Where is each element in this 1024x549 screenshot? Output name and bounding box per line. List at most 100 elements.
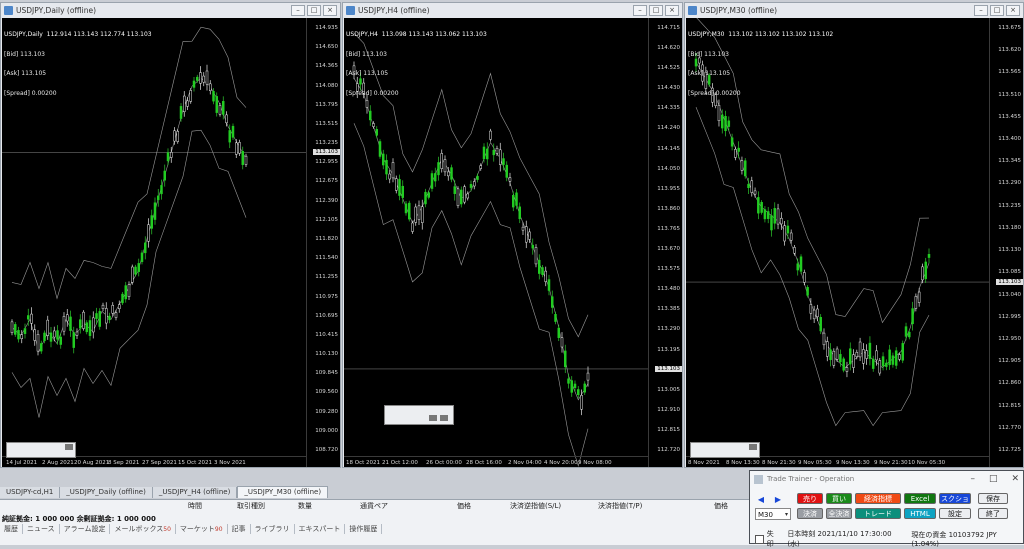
- price-chart[interactable]: USDJPY,M30 113.102 113.102 113.102 113.1…: [686, 18, 1023, 467]
- candle-body: [447, 171, 450, 177]
- current-price-marker: 113.103: [655, 365, 682, 372]
- price-tick: 112.910: [657, 406, 680, 413]
- candle-body: [372, 123, 375, 127]
- column-header[interactable]: 価格: [714, 501, 728, 511]
- column-header[interactable]: 通貨ペア: [360, 501, 388, 511]
- candle-body: [554, 314, 557, 322]
- terminal-tab[interactable]: 履歴: [0, 524, 23, 534]
- mini-panel-button[interactable]: [440, 415, 448, 421]
- terminal-tab[interactable]: アラーム設定: [60, 524, 111, 534]
- mini-panel-button[interactable]: [429, 415, 437, 421]
- candle-body: [551, 296, 554, 308]
- candle-body: [430, 173, 434, 189]
- close-button[interactable]: ×: [1006, 5, 1020, 16]
- mini-panel-button[interactable]: [65, 444, 73, 450]
- chart-tab[interactable]: _USDJPY_H4 (offline): [152, 487, 238, 498]
- window-titlebar[interactable]: USDJPY,M30 (offline) – □ ×: [685, 3, 1023, 17]
- candle-body: [244, 155, 248, 165]
- chart-tab[interactable]: USDJPY-cd,H1: [0, 487, 61, 498]
- terminal-tab[interactable]: 操作履歴: [345, 524, 383, 534]
- close-icon[interactable]: ✕: [1011, 474, 1019, 484]
- timeframe-select[interactable]: M30 ▾: [755, 508, 791, 520]
- save-button[interactable]: 保存: [978, 493, 1008, 504]
- sell-button[interactable]: 売り: [797, 493, 823, 504]
- terminal-tab[interactable]: メールボックス50: [110, 524, 176, 534]
- candle-body: [222, 101, 225, 115]
- candle-body: [186, 100, 189, 107]
- candle-body: [176, 131, 179, 142]
- chart-info: USDJPY,Daily 112.914 113.143 112.774 113…: [4, 19, 152, 110]
- candle-body: [564, 350, 567, 368]
- maximize-button[interactable]: □: [990, 5, 1004, 16]
- candle-body: [382, 153, 385, 166]
- trade-trainer-window[interactable]: Trade Trainer - Operation – □ ✕ ◀ ▶ 売り 買…: [749, 470, 1024, 548]
- price-tick: 113.290: [657, 326, 680, 333]
- maximize-button[interactable]: □: [649, 5, 663, 16]
- candle-body: [121, 293, 124, 304]
- candle-body: [734, 149, 737, 158]
- candle-body: [835, 348, 839, 360]
- candle-body: [375, 129, 378, 136]
- chart-tab-active[interactable]: _USDJPY_M30 (offline): [237, 486, 329, 498]
- column-header[interactable]: 価格: [457, 501, 471, 511]
- maximize-button[interactable]: □: [307, 5, 321, 16]
- arrow-checkbox[interactable]: [755, 534, 764, 544]
- window-titlebar[interactable]: USDJPY,H4 (offline) – □ ×: [343, 3, 682, 17]
- candle-body: [98, 311, 101, 327]
- candle-body: [921, 266, 924, 281]
- column-header[interactable]: 数量: [298, 501, 312, 511]
- indicators-button[interactable]: 経済指標: [855, 493, 901, 504]
- trade-button[interactable]: トレード: [855, 508, 901, 519]
- trade-trainer-titlebar[interactable]: Trade Trainer - Operation – □ ✕: [750, 471, 1023, 487]
- terminal-tab[interactable]: マーケット90: [176, 524, 228, 534]
- chart-window-h4[interactable]: USDJPY,H4 (offline) – □ × USDJPY,H4 113.…: [342, 2, 683, 468]
- settings-button[interactable]: 設定: [939, 508, 971, 519]
- minimize-button[interactable]: –: [291, 5, 305, 16]
- close-button[interactable]: ×: [665, 5, 679, 16]
- price-tick: 114.430: [657, 85, 680, 92]
- terminal-tab[interactable]: 記事: [228, 524, 251, 534]
- exit-button[interactable]: 終了: [978, 508, 1008, 519]
- next-arrow-icon[interactable]: ▶: [771, 494, 785, 505]
- minimize-button[interactable]: –: [974, 5, 988, 16]
- column-header[interactable]: 決済逆指値(S/L): [510, 501, 561, 511]
- price-chart[interactable]: USDJPY,H4 113.098 113.143 113.062 113.10…: [344, 18, 682, 467]
- price-tick: 110.695: [315, 312, 338, 319]
- candle-body: [534, 247, 538, 265]
- maximize-icon[interactable]: □: [989, 474, 998, 484]
- buy-button[interactable]: 買い: [826, 493, 852, 504]
- chart-window-m30[interactable]: USDJPY,M30 (offline) – □ × USDJPY,M30 11…: [684, 2, 1024, 468]
- minimize-icon[interactable]: –: [970, 474, 975, 484]
- candle-body: [456, 188, 460, 206]
- chart-tab[interactable]: _USDJPY_Daily (offline): [60, 487, 153, 498]
- chart-spread: [Spread] 0.00200: [4, 89, 57, 97]
- candle-body: [894, 350, 898, 366]
- column-header[interactable]: 取引種別: [237, 501, 265, 511]
- screenshot-button[interactable]: スクショ: [939, 493, 971, 504]
- chart-window-daily[interactable]: USDJPY,Daily (offline) – □ × USDJPY,Dail…: [0, 2, 341, 468]
- price-axis: 114.935 114.650 114.365 114.080 113.795 113.5…: [306, 18, 340, 467]
- close-all-button[interactable]: 全決済: [826, 508, 852, 519]
- terminal-tab-label: 操作履歴: [349, 525, 378, 533]
- terminal-tab[interactable]: エキスパート: [295, 524, 346, 534]
- html-button[interactable]: HTML: [904, 508, 936, 519]
- column-header[interactable]: 決済指値(T/P): [598, 501, 642, 511]
- mini-panel-button[interactable]: [749, 444, 757, 450]
- terminal-tab[interactable]: ニュース: [23, 524, 60, 534]
- candle-body: [499, 149, 502, 165]
- price-chart[interactable]: USDJPY,Daily 112.914 113.143 112.774 113…: [2, 18, 340, 467]
- status-bar: 失印 日本時刻 2021/11/10 17:30:00 (水) 現在の資金 10…: [755, 529, 1023, 549]
- minimize-button[interactable]: –: [633, 5, 647, 16]
- column-header[interactable]: 時間: [188, 501, 202, 511]
- prev-arrow-icon[interactable]: ◀: [754, 494, 768, 505]
- terminal-tab[interactable]: ライブラリ: [251, 524, 295, 534]
- chart-ohlc: USDJPY,Daily 112.914 113.143 112.774 113…: [4, 31, 152, 38]
- window-titlebar[interactable]: USDJPY,Daily (offline) – □ ×: [1, 3, 340, 17]
- excel-button[interactable]: Excel: [904, 493, 936, 504]
- close-position-button[interactable]: 決済: [797, 508, 823, 519]
- candle-body: [163, 170, 166, 181]
- candle-body: [927, 254, 931, 258]
- close-button[interactable]: ×: [323, 5, 337, 16]
- candle-body: [809, 304, 813, 314]
- terminal-tab-label: マーケット: [179, 525, 215, 533]
